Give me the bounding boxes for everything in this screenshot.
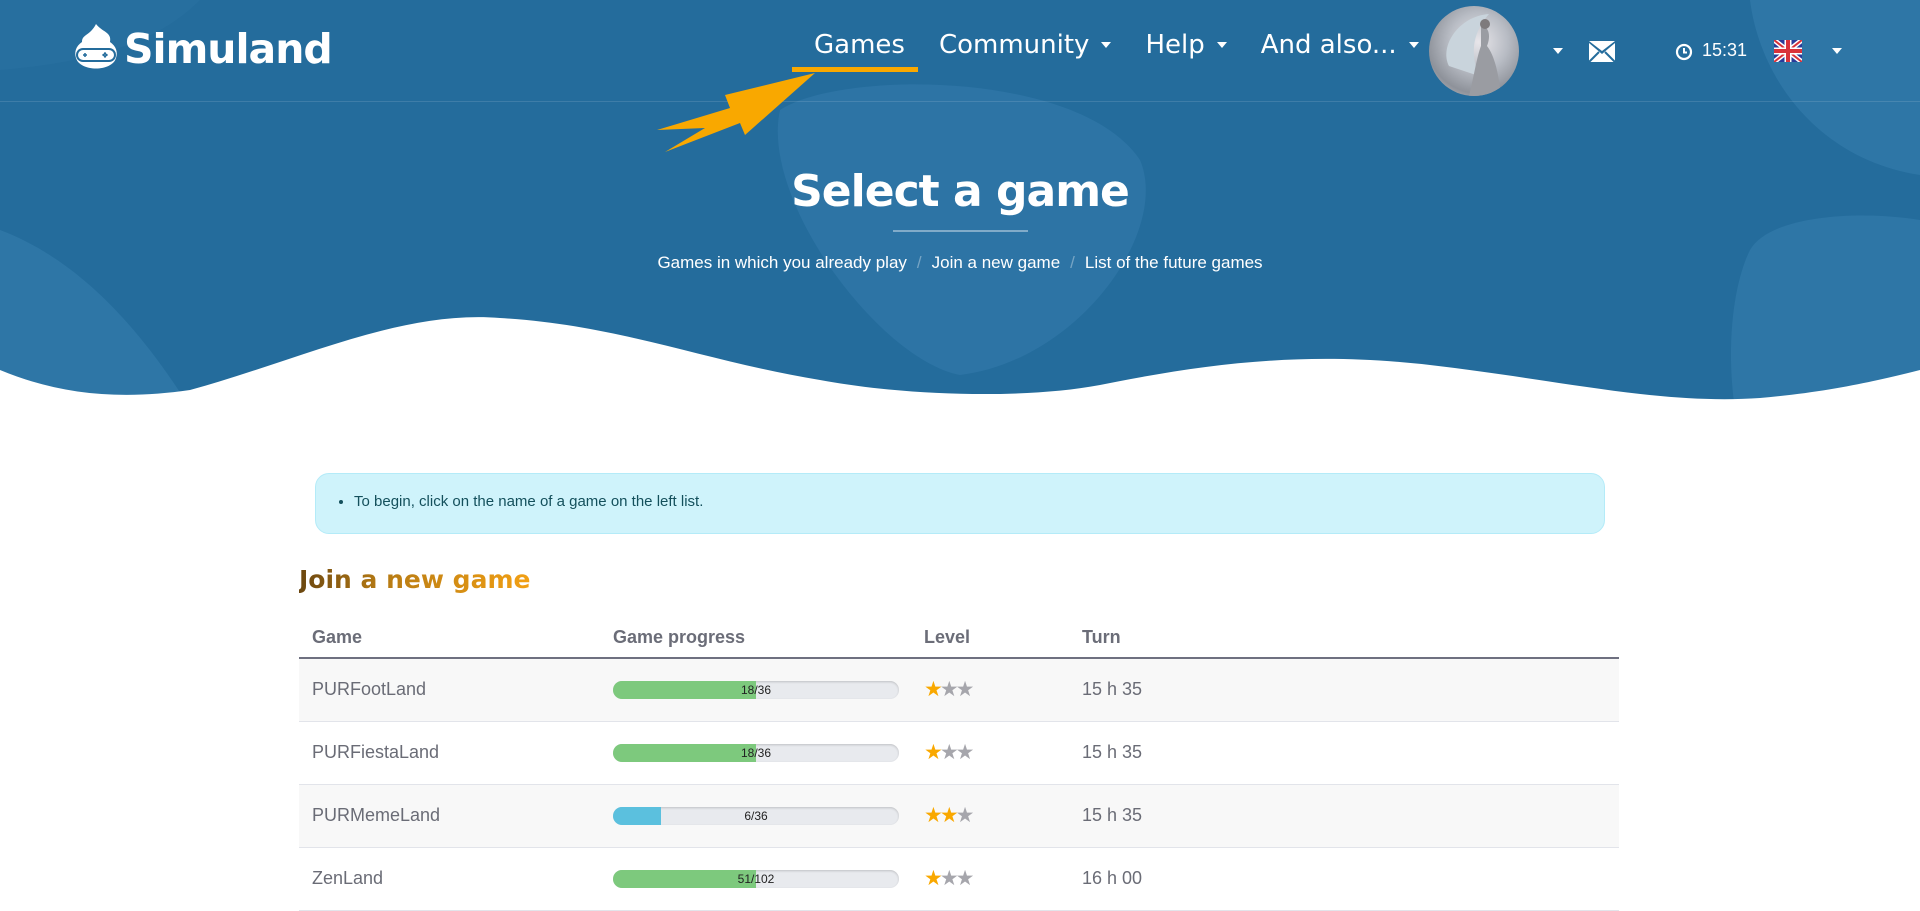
nav-community[interactable]: Community <box>938 30 1112 60</box>
star-empty-icon: ★ <box>955 741 975 764</box>
col-progress: Game progress <box>600 618 911 659</box>
game-name[interactable]: ZenLand <box>299 847 600 911</box>
level-stars: ★★★ <box>924 867 975 890</box>
star-empty-icon: ★ <box>955 678 975 702</box>
game-progress-cell: 6/36 <box>600 784 911 848</box>
table-row[interactable]: PURFootLand 18/36 ★★★ 15 h 35 <box>299 658 1619 722</box>
turn-time: 15 h 35 <box>1069 658 1619 722</box>
breadcrumb-separator: / <box>916 253 922 272</box>
uk-flag-icon[interactable] <box>1774 40 1802 62</box>
level-cell: ★★★ <box>911 658 1069 722</box>
page-title: Select a game <box>791 166 1130 217</box>
language-caret-icon[interactable] <box>1832 48 1842 54</box>
server-time: 15:31 <box>1702 40 1748 60</box>
alert-text: To begin, click on the name of a game on… <box>354 493 1604 510</box>
level-stars: ★★★ <box>924 741 975 764</box>
brand-name: Simuland <box>124 25 333 73</box>
star-empty-icon: ★ <box>939 867 959 890</box>
brand-logo[interactable]: Simuland <box>72 22 333 76</box>
avatar-image <box>1446 14 1501 96</box>
game-progress-cell: 18/36 <box>600 658 911 722</box>
breadcrumb-separator: / <box>1070 253 1075 272</box>
progress-label: 18/36 <box>740 745 772 760</box>
star-filled-icon: ★ <box>939 804 959 827</box>
hero-header: Simuland Games Community Help And also..… <box>0 0 1920 410</box>
caret-down-icon <box>1408 42 1419 48</box>
progress-label: 51/102 <box>737 871 775 886</box>
star-filled-icon: ★ <box>924 741 943 764</box>
table-row[interactable]: PURMemeLand 6/36 ★★★ 15 h 35 <box>299 784 1619 848</box>
star-empty-icon: ★ <box>939 741 959 764</box>
level-cell: ★★★ <box>911 847 1069 911</box>
nav-help-label: Help <box>1145 30 1205 60</box>
star-filled-icon: ★ <box>924 804 943 827</box>
breadcrumb-join-new-game[interactable]: Join a new game <box>932 253 1061 272</box>
col-level: Level <box>911 618 1069 659</box>
user-avatar[interactable] <box>1429 6 1519 96</box>
level-stars: ★★★ <box>924 804 975 827</box>
col-game: Game <box>299 618 600 659</box>
gamepad-mascot-icon <box>75 24 117 69</box>
progress-bar: 18/36 <box>613 680 899 699</box>
game-name[interactable]: PURFiestaLand <box>299 721 600 785</box>
turn-time: 16 h 00 <box>1069 847 1619 911</box>
progress-bar: 18/36 <box>613 743 899 762</box>
game-name[interactable]: PURMemeLand <box>299 784 600 848</box>
caret-down-icon <box>1101 42 1112 48</box>
breadcrumb-future-games[interactable]: List of the future games <box>1085 253 1263 272</box>
star-empty-icon: ★ <box>955 804 975 827</box>
info-alert: To begin, click on the name of a game on… <box>315 473 1605 534</box>
progress-label: 6/36 <box>744 808 768 823</box>
section-title: Join a new game <box>299 565 531 594</box>
level-stars: ★★★ <box>924 678 975 702</box>
star-empty-icon: ★ <box>955 867 975 890</box>
nav-and-also-label: And also... <box>1260 30 1397 60</box>
level-cell: ★★★ <box>911 784 1069 848</box>
games-table: Game Game progress Level Turn PURFootLan… <box>299 618 1619 911</box>
user-menu-caret-icon[interactable] <box>1553 48 1563 54</box>
nav-and-also[interactable]: And also... <box>1261 30 1419 60</box>
game-progress-cell: 51/102 <box>600 847 911 911</box>
nav-help[interactable]: Help <box>1145 30 1227 60</box>
clock-icon <box>1675 43 1693 61</box>
nav-community-label: Community <box>938 30 1090 60</box>
turn-time: 15 h 35 <box>1069 784 1619 848</box>
level-cell: ★★★ <box>911 721 1069 785</box>
star-filled-icon: ★ <box>924 678 943 702</box>
table-header-row: Game Game progress Level Turn <box>299 618 1619 659</box>
breadcrumb-games-playing[interactable]: Games in which you already play <box>657 253 906 272</box>
progress-bar: 51/102 <box>613 869 899 888</box>
nav-games[interactable]: Games <box>814 30 905 60</box>
main-nav: Games Community Help And also... <box>814 30 1453 60</box>
star-filled-icon: ★ <box>924 867 943 890</box>
turn-time: 15 h 35 <box>1069 721 1619 785</box>
nav-games-label: Games <box>814 30 905 60</box>
game-name[interactable]: PURFootLand <box>299 658 600 722</box>
progress-label: 18/36 <box>740 682 772 697</box>
col-turn: Turn <box>1069 618 1619 659</box>
mail-icon[interactable] <box>1588 40 1616 64</box>
star-empty-icon: ★ <box>939 678 959 702</box>
progress-bar: 6/36 <box>613 806 899 825</box>
annotation-arrow-icon <box>657 73 815 152</box>
breadcrumb: Games in which you already play / Join a n… <box>0 253 1920 273</box>
title-divider <box>893 230 1028 232</box>
caret-down-icon <box>1216 42 1227 48</box>
table-row[interactable]: ZenLand 51/102 ★★★ 16 h 00 <box>299 847 1619 911</box>
game-progress-cell: 18/36 <box>600 721 911 785</box>
navbar: Simuland Games Community Help And also..… <box>0 0 1920 152</box>
table-row[interactable]: PURFiestaLand 18/36 ★★★ 15 h 35 <box>299 721 1619 785</box>
